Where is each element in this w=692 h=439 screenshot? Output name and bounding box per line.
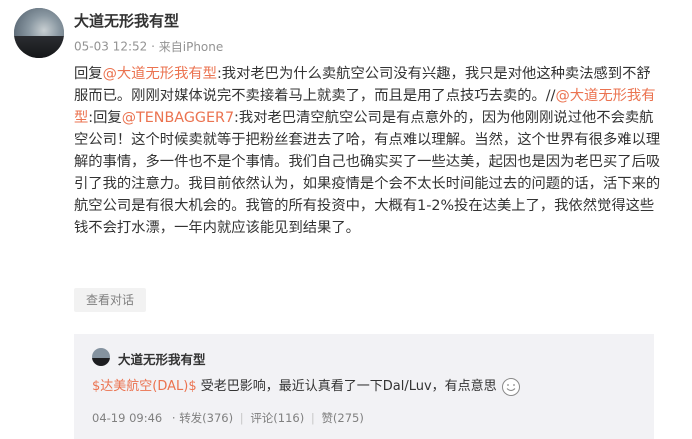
meta-separator: · bbox=[171, 411, 176, 425]
smile-emoji-icon bbox=[501, 377, 520, 396]
post-text: :我对老巴清空航空公司是有点意外的，因为他刚刚说过他不会卖航空公司！这个时候卖就… bbox=[74, 110, 661, 236]
quoted-time[interactable]: 04-19 09:46 bbox=[92, 411, 162, 425]
avatar-sky bbox=[14, 8, 64, 36]
quoted-post: 大道无形我有型 $达美航空(DAL)$ 受老巴影响，最近认真看了一下Dal/Lu… bbox=[74, 334, 654, 439]
comment-button[interactable]: 评论(116) bbox=[250, 411, 304, 425]
author-avatar[interactable] bbox=[14, 8, 64, 58]
post-time[interactable]: 05-03 12:52 bbox=[74, 40, 147, 54]
quoted-text: $达美航空(DAL)$ 受老巴影响，最近认真看了一下Dal/Luv，有点意思 bbox=[92, 376, 521, 398]
stock-tag-link[interactable]: $达美航空(DAL)$ bbox=[92, 379, 197, 394]
repost-button[interactable]: 转发(376) bbox=[179, 411, 233, 425]
action-separator: | bbox=[310, 411, 315, 425]
quoted-body: 受老巴影响，最近认真看了一下Dal/Luv，有点意思 bbox=[196, 379, 497, 394]
author-name[interactable]: 大道无形我有型 bbox=[74, 10, 179, 31]
post-content: 回复@大道无形我有型:我对老巴为什么卖航空公司没有兴趣，我只是对他这种卖法感到不… bbox=[74, 63, 662, 239]
post-meta: 05-03 12:52 · 来自iPhone bbox=[74, 38, 223, 55]
meta-separator: · bbox=[151, 39, 155, 54]
post-text: :回复 bbox=[88, 110, 122, 126]
quoted-author-avatar[interactable] bbox=[92, 348, 110, 366]
post-source: 来自iPhone bbox=[158, 40, 224, 54]
view-conversation-button[interactable]: 查看对话 bbox=[74, 288, 146, 312]
quoted-meta: 04-19 09:46 · 转发(376) | 评论(116) | 赞(275) bbox=[92, 410, 364, 426]
avatar-road bbox=[14, 35, 64, 58]
action-separator: | bbox=[239, 411, 244, 425]
mention-link[interactable]: @大道无形我有型 bbox=[103, 66, 217, 82]
quoted-author-name[interactable]: 大道无形我有型 bbox=[118, 349, 206, 368]
reply-prefix: 回复 bbox=[74, 66, 103, 82]
mention-link[interactable]: @TENBAGGER7 bbox=[122, 110, 234, 126]
like-button[interactable]: 赞(275) bbox=[321, 411, 363, 425]
